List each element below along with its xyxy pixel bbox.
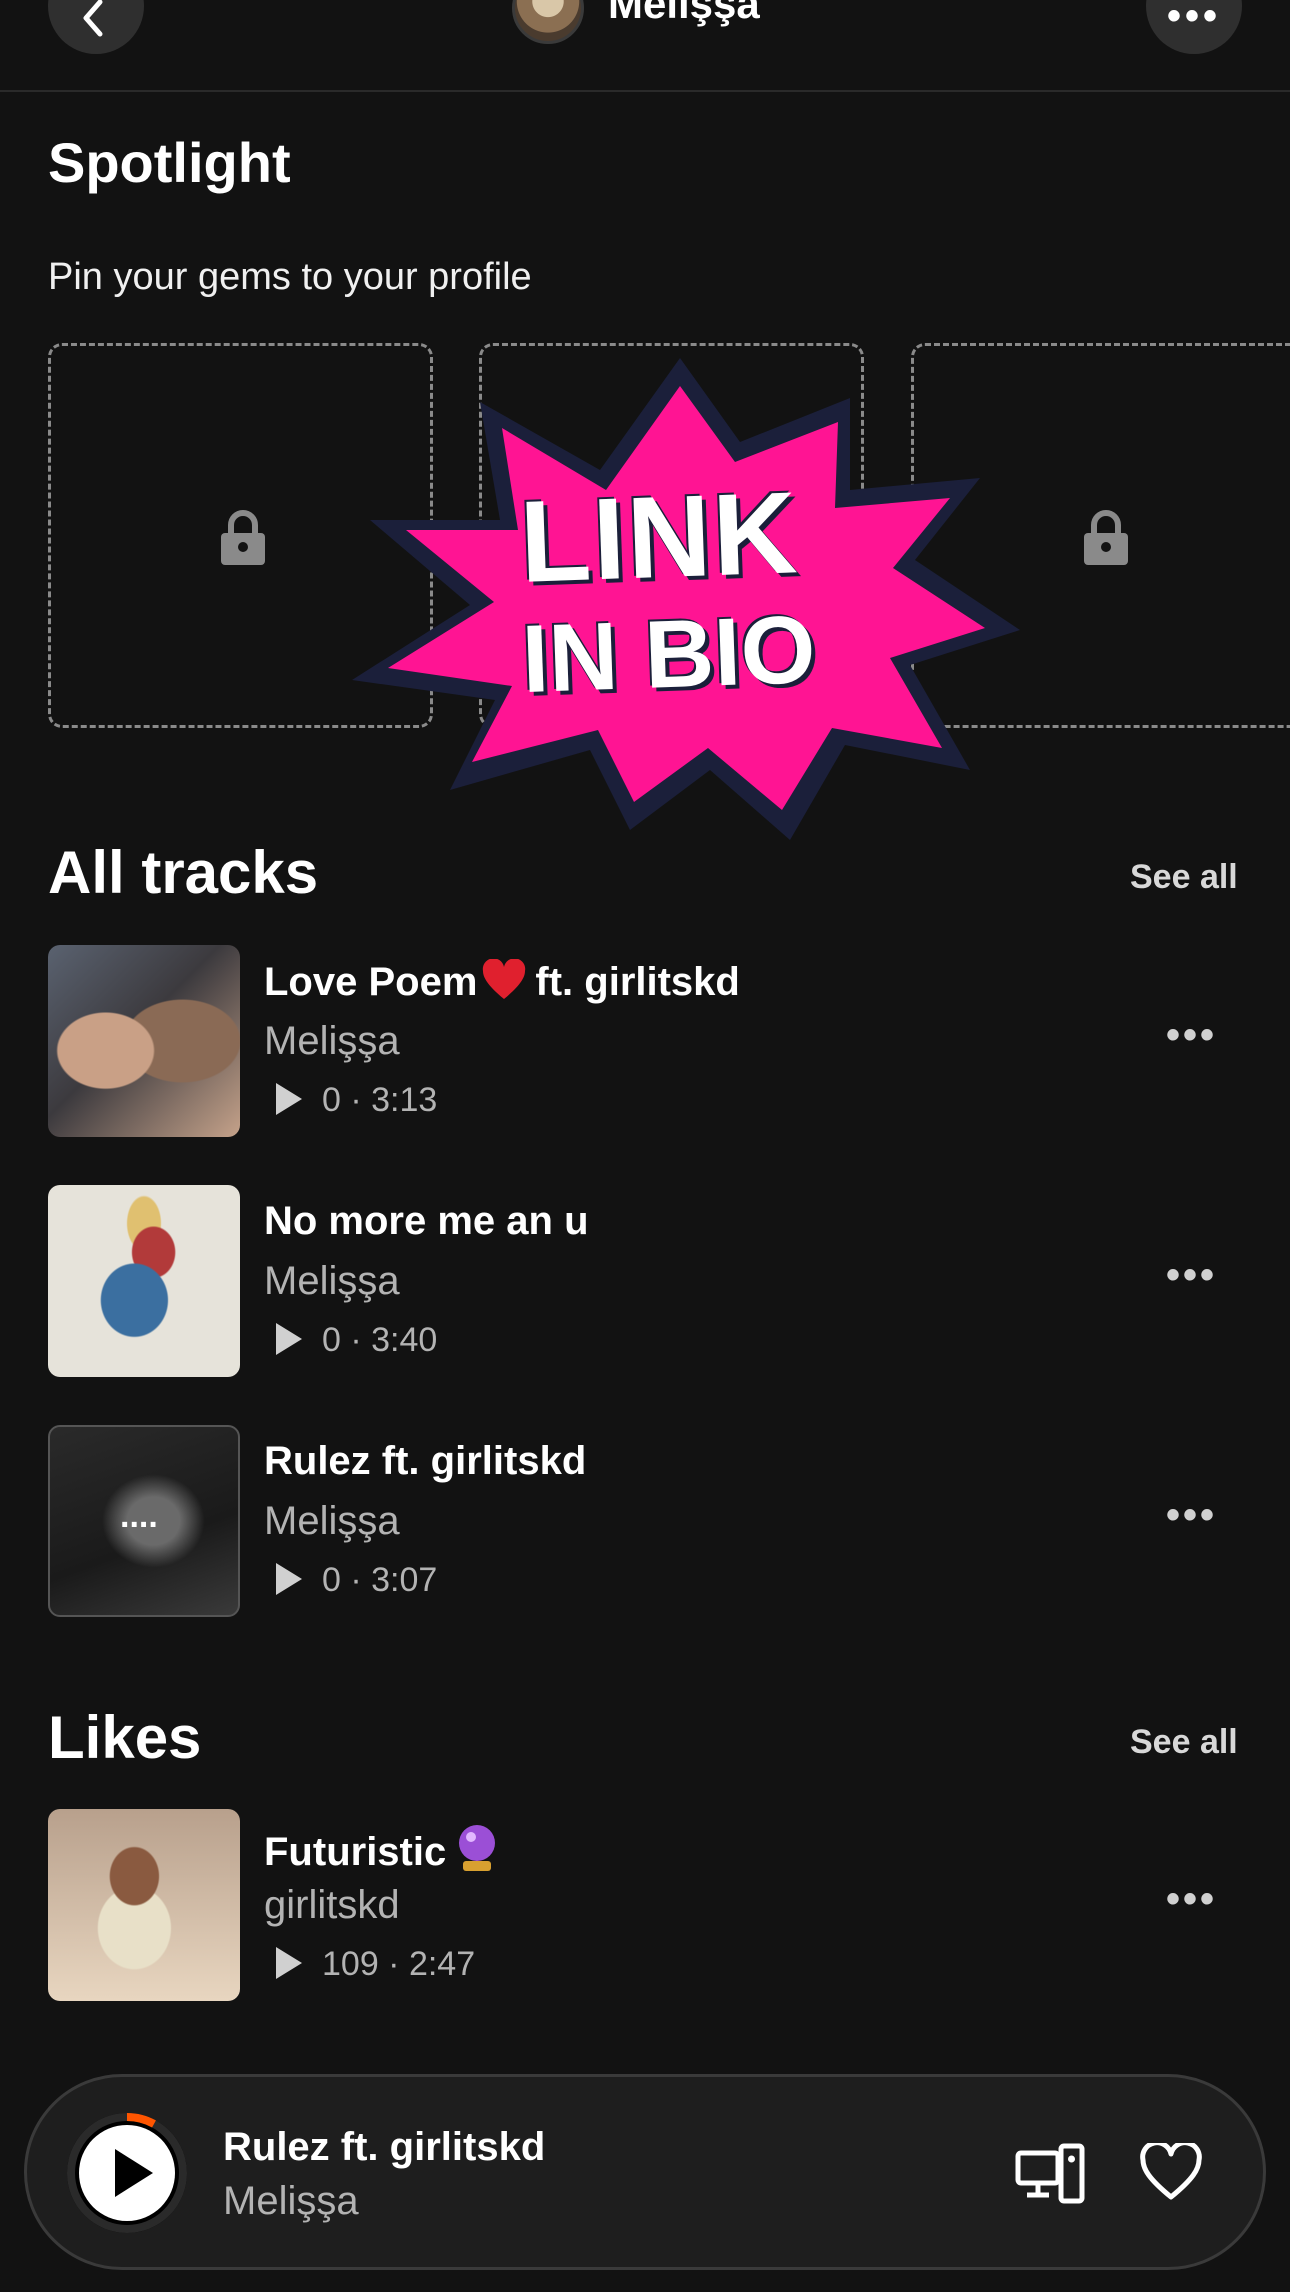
track-artwork	[48, 1809, 240, 2001]
mini-player[interactable]: Rulez ft. girlitskd Melişşa	[24, 2074, 1266, 2270]
track-meta: 0 · 3:40	[264, 1321, 437, 1360]
red-heart-emoji-icon	[483, 959, 526, 999]
track-row[interactable]: .... Rulez ft. girlitskd Melişşa 0 · 3:0…	[0, 1425, 1290, 1617]
artwork-overlay-text: ....	[120, 1497, 158, 1535]
play-count-icon	[276, 1083, 302, 1115]
lock-icon	[1084, 510, 1128, 565]
track-more-button[interactable]: •••	[1166, 1255, 1217, 1295]
track-more-button[interactable]: •••	[1166, 1495, 1217, 1535]
track-row[interactable]: No more me an u Melişşa 0 · 3:40 •••	[0, 1185, 1290, 1377]
likes-title: Likes	[48, 1704, 202, 1771]
track-artist: Melişşa	[264, 1499, 400, 1543]
now-playing-artist: Melişşa	[223, 2179, 359, 2223]
track-more-button[interactable]: •••	[1166, 1879, 1217, 1919]
track-artwork	[48, 1185, 240, 1377]
track-more-button[interactable]: •••	[1166, 1015, 1217, 1055]
track-meta: 0 · 3:07	[264, 1561, 437, 1600]
track-meta: 109 · 2:47	[264, 1945, 475, 1984]
profile-name: Melişşa	[608, 0, 760, 27]
more-horizontal-icon: •••	[1166, 0, 1221, 38]
now-playing-title: Rulez ft. girlitskd	[223, 2125, 546, 2169]
chevron-left-icon	[83, 0, 103, 37]
play-count-icon	[276, 1323, 302, 1355]
profile-header: Melişşa •••	[0, 0, 1290, 92]
back-button[interactable]	[48, 0, 144, 54]
profile-avatar[interactable]	[512, 0, 584, 44]
track-meta: 0 · 3:13	[264, 1081, 437, 1120]
spotlight-title: Spotlight	[48, 131, 291, 194]
track-title: Futuristic	[264, 1823, 500, 1875]
track-artist: Melişşa	[264, 1019, 400, 1063]
track-artwork: ....	[48, 1425, 240, 1617]
play-count-icon	[276, 1563, 302, 1595]
crystal-ball-emoji-icon	[459, 1825, 496, 1871]
more-options-button[interactable]: •••	[1146, 0, 1242, 54]
play-button[interactable]	[63, 2109, 191, 2237]
track-artist: girlitskd	[264, 1883, 400, 1927]
spotlight-subtitle: Pin your gems to your profile	[48, 256, 532, 298]
all-tracks-title: All tracks	[48, 839, 319, 906]
likes-see-all[interactable]: See all	[1130, 1723, 1238, 1762]
track-title: Love Poem ft. girlitskd	[264, 959, 740, 1004]
sticker-text-line1: LINK	[517, 467, 801, 607]
track-row[interactable]: Love Poem ft. girlitskd Melişşa 0 · 3:13 …	[0, 945, 1290, 1137]
track-row[interactable]: Futuristic girlitskd 109 · 2:47 •••	[0, 1809, 1290, 2001]
like-heart-icon[interactable]	[1139, 2143, 1203, 2201]
track-artwork	[48, 945, 240, 1137]
track-title: Rulez ft. girlitskd	[264, 1439, 587, 1483]
track-title: No more me an u	[264, 1199, 589, 1243]
devices-icon[interactable]	[1015, 2143, 1085, 2205]
sticker-text-line2: IN BIO	[520, 595, 818, 714]
play-count-icon	[276, 1947, 302, 1979]
track-artist: Melişşa	[264, 1259, 400, 1303]
all-tracks-see-all[interactable]: See all	[1130, 858, 1238, 897]
lock-icon	[221, 510, 265, 565]
